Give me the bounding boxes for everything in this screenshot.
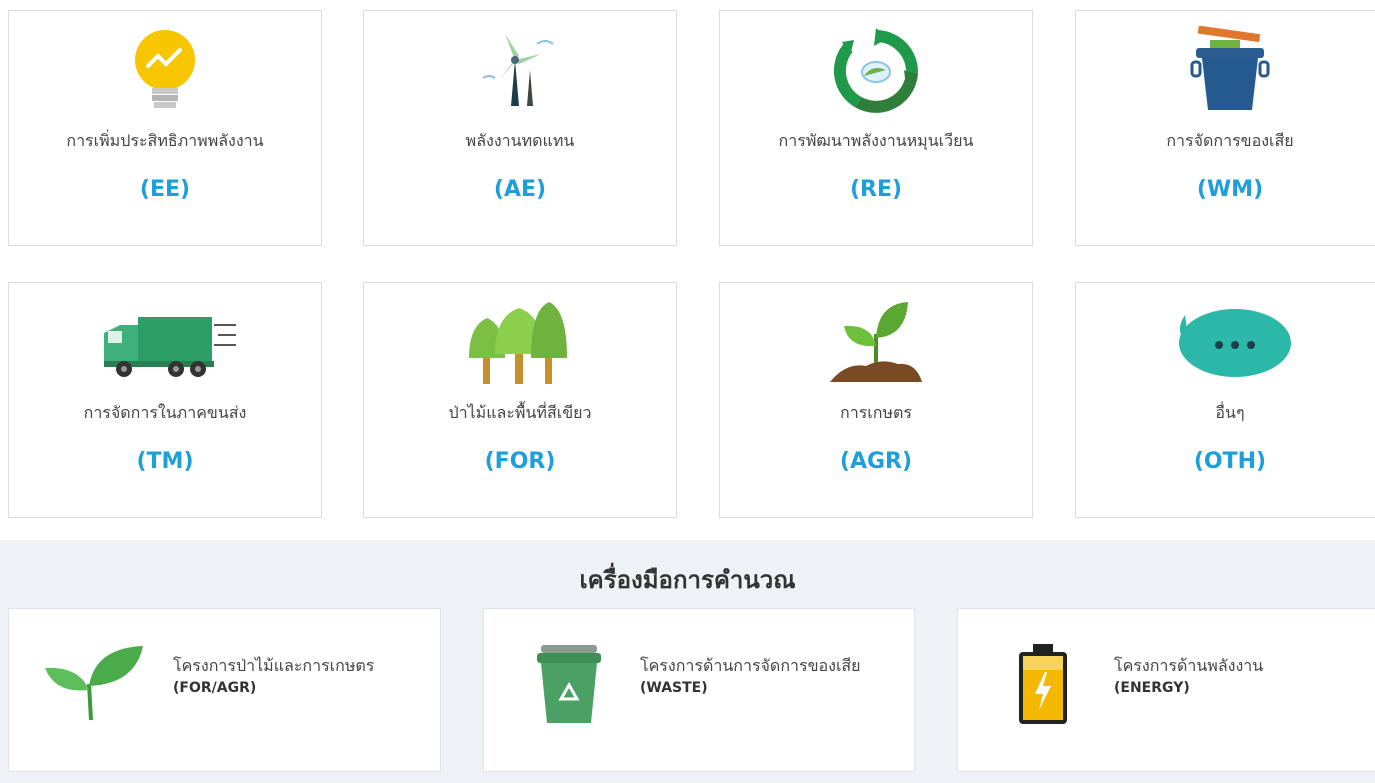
category-name: การจัดการในภาคขนส่ง: [83, 403, 247, 422]
wind-turbine-icon: [364, 25, 676, 117]
category-code: (WM): [1196, 177, 1264, 202]
sprout-soil-icon: [720, 297, 1032, 389]
category-card-agr[interactable]: การเกษตร (AGR): [719, 282, 1033, 518]
category-name: การเพิ่มประสิทธิภาพพลังงาน: [66, 131, 264, 150]
tool-code: (ENERGY): [1114, 680, 1190, 696]
truck-icon: [9, 297, 321, 389]
category-card-tm[interactable]: การจัดการในภาคขนส่ง (TM): [8, 282, 322, 518]
category-card-for[interactable]: ป่าไม้และพื้นที่สีเขียว (FOR): [363, 282, 677, 518]
category-code: (EE): [139, 177, 191, 202]
leaf-sprout-icon: [35, 639, 153, 729]
category-card-oth[interactable]: อื่นๆ (OTH): [1075, 282, 1375, 518]
tool-label: โครงการด้านการจัดการของเสีย (WASTE): [640, 655, 890, 699]
tool-code: (WASTE): [640, 680, 708, 696]
tool-label: โครงการด้านพลังงาน (ENERGY): [1114, 655, 1364, 699]
category-name: การจัดการของเสีย: [1166, 131, 1294, 150]
trash-bin-icon: [1076, 25, 1375, 117]
speech-bubble-icon: [1076, 297, 1375, 389]
tool-name: โครงการป่าไม้และการเกษตร: [173, 656, 375, 675]
category-name: การพัฒนาพลังงานหมุนเวียน: [778, 131, 974, 150]
section-title: เครื่องมือการคำนวณ: [579, 566, 796, 594]
tool-label: โครงการป่าไม้และการเกษตร (FOR/AGR): [173, 655, 423, 699]
category-code: (OTH): [1193, 449, 1267, 474]
calculation-tools-section: เครื่องมือการคำนวณ โครงการป่าไม้และการเก…: [0, 540, 1375, 783]
category-code: (FOR): [484, 449, 556, 474]
category-card-wm[interactable]: การจัดการของเสีย (WM): [1075, 10, 1375, 246]
category-card-ae[interactable]: พลังงานทดแทน (AE): [363, 10, 677, 246]
tool-name: โครงการด้านพลังงาน: [1114, 656, 1264, 675]
tool-name: โครงการด้านการจัดการของเสีย: [640, 656, 861, 675]
tool-card-for-agr[interactable]: โครงการป่าไม้และการเกษตร (FOR/AGR): [8, 608, 441, 772]
category-name: อื่นๆ: [1215, 403, 1245, 422]
category-name: พลังงานทดแทน: [465, 131, 575, 150]
category-card-re[interactable]: การพัฒนาพลังงานหมุนเวียน (RE): [719, 10, 1033, 246]
recycle-bin-icon: [510, 639, 628, 729]
category-name: ป่าไม้และพื้นที่สีเขียว: [448, 403, 592, 422]
recycle-energy-icon: [720, 25, 1032, 117]
category-code: (RE): [849, 177, 903, 202]
category-code: (TM): [136, 449, 194, 474]
category-name: การเกษตร: [840, 403, 912, 422]
tool-card-waste[interactable]: โครงการด้านการจัดการของเสีย (WASTE): [483, 608, 915, 772]
category-code: (AGR): [839, 449, 913, 474]
tool-card-energy[interactable]: โครงการด้านพลังงาน (ENERGY): [957, 608, 1375, 772]
battery-icon: [984, 639, 1102, 729]
category-code: (AE): [493, 177, 547, 202]
tool-code: (FOR/AGR): [173, 680, 257, 696]
lightbulb-icon: [9, 25, 321, 117]
category-card-ee[interactable]: การเพิ่มประสิทธิภาพพลังงาน (EE): [8, 10, 322, 246]
trees-icon: [364, 297, 676, 389]
category-grid: การเพิ่มประสิทธิภาพพลังงาน (EE) พลังงานท…: [0, 0, 1375, 540]
